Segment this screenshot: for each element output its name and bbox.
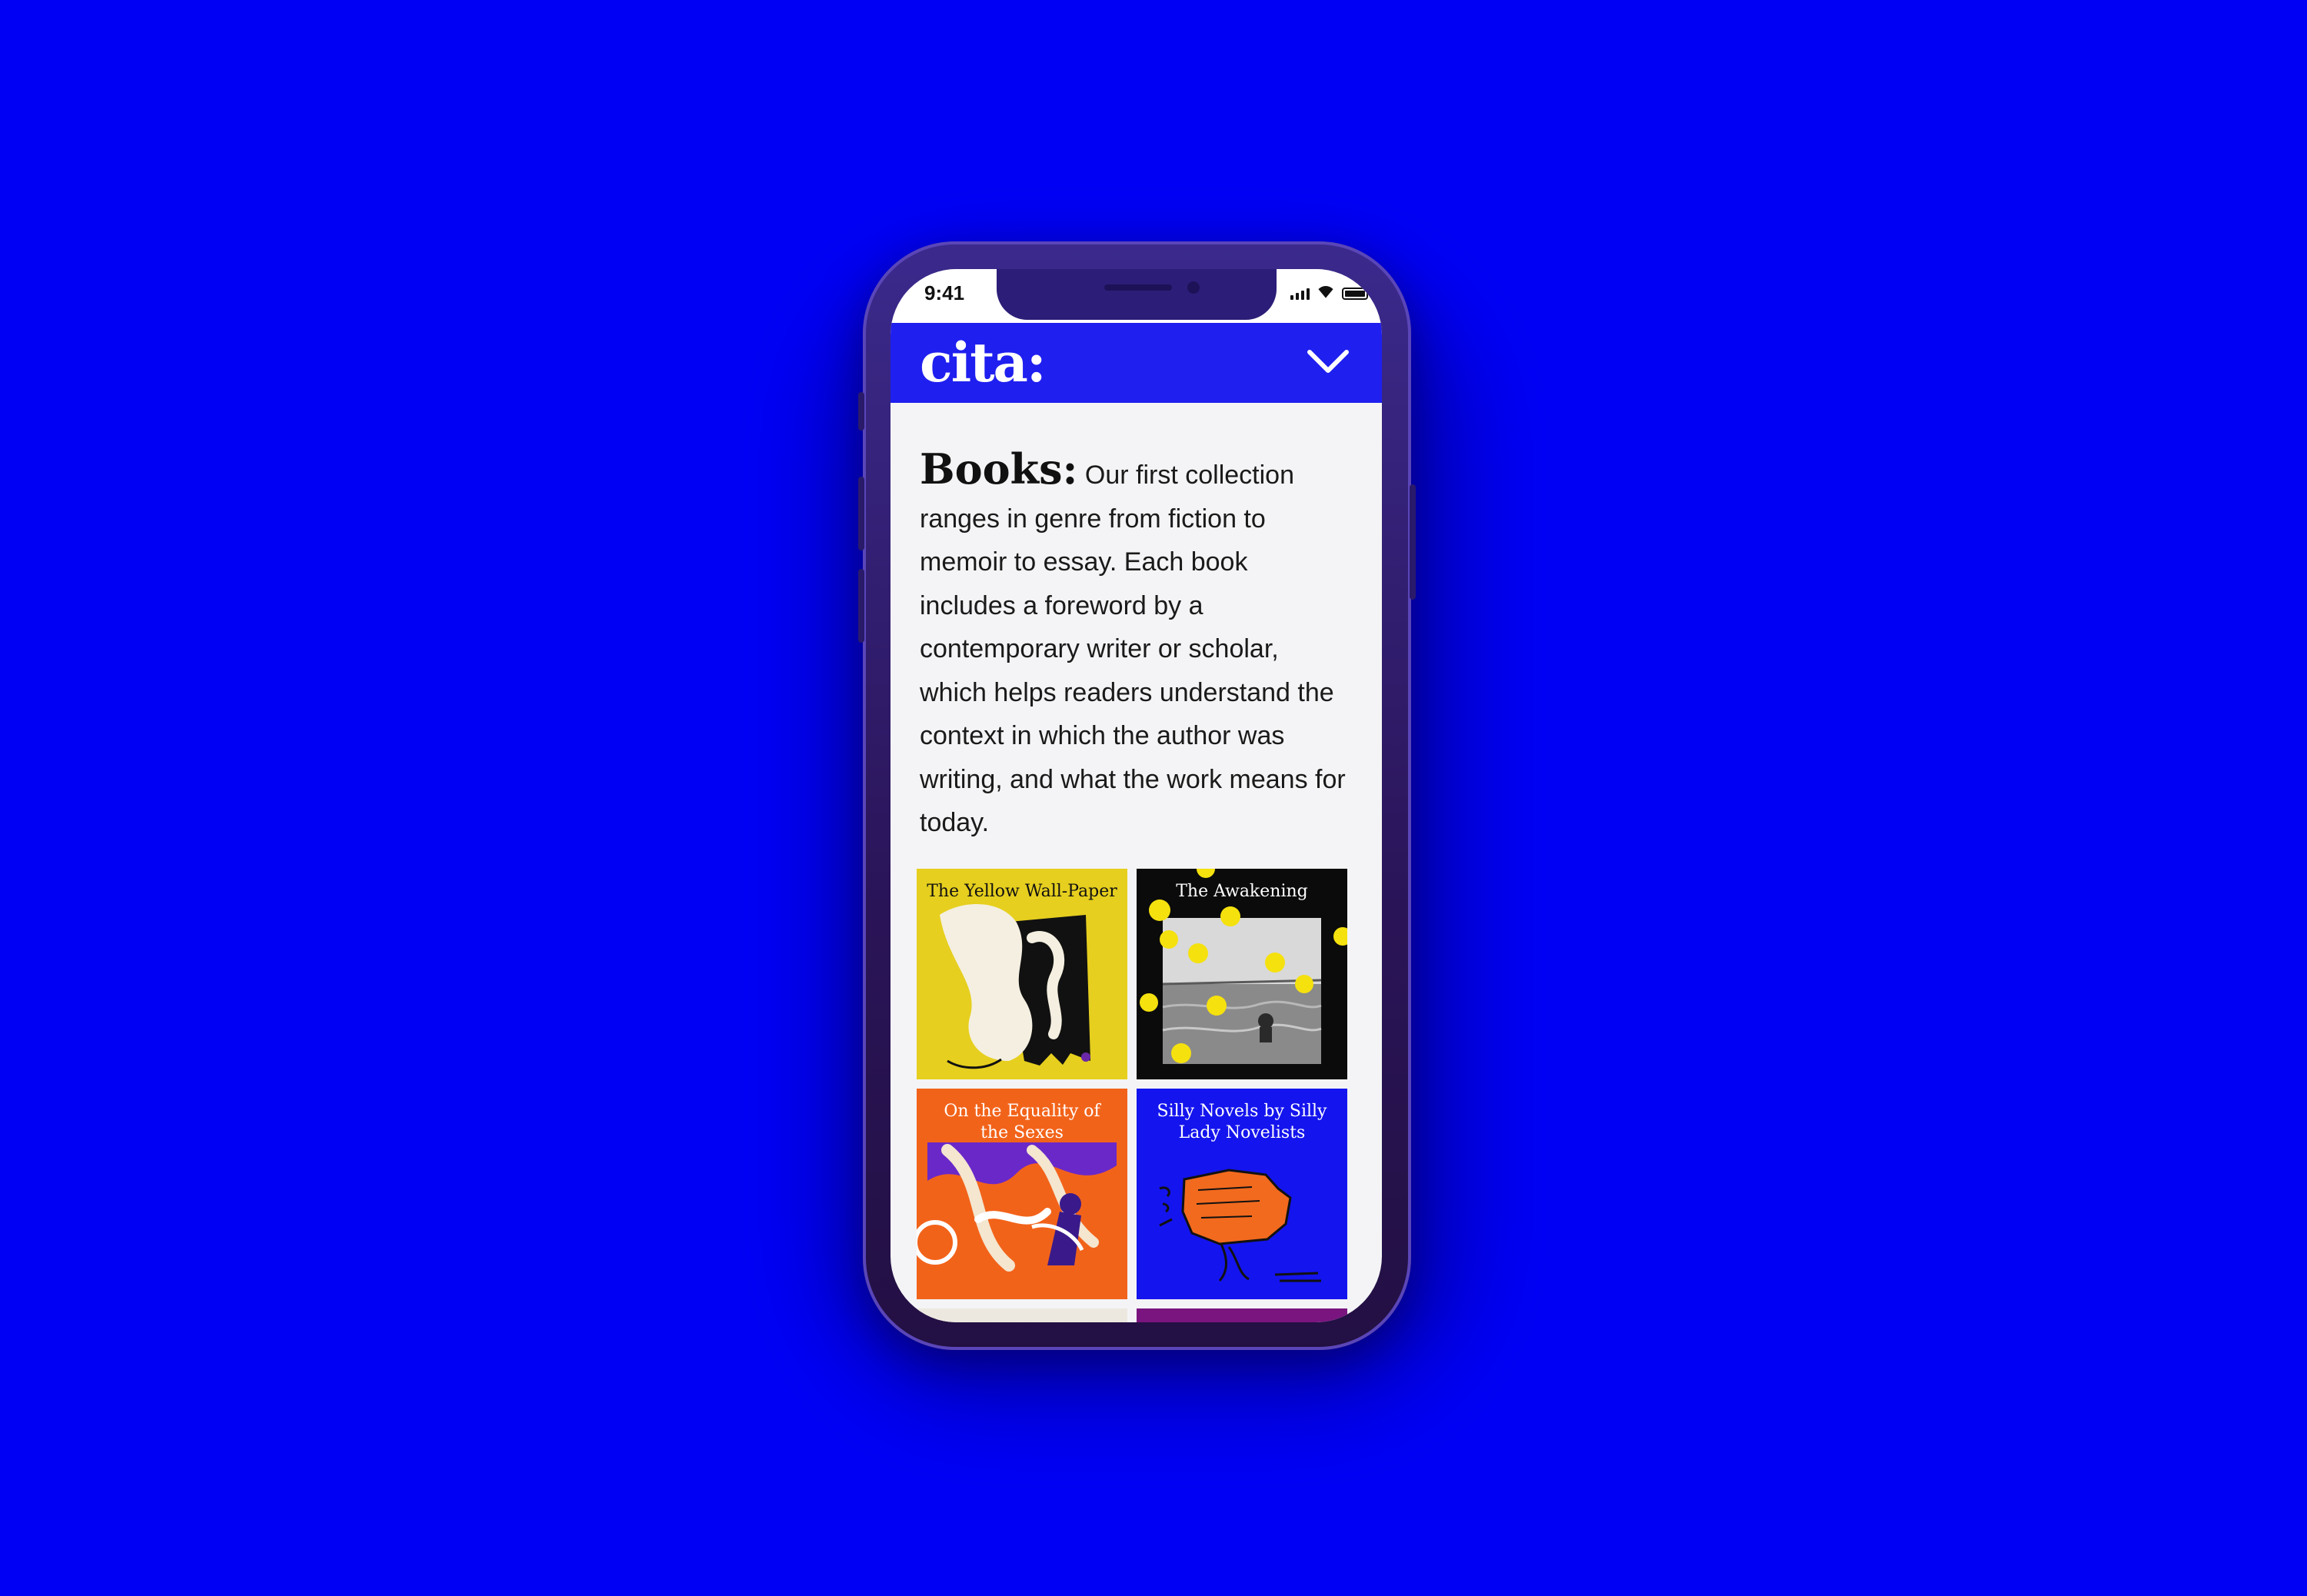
front-camera <box>1187 281 1200 294</box>
book-title: The Yellow Wall-Paper <box>927 882 1117 901</box>
intro-section: Books: Our first collection ranges in ge… <box>920 447 1350 845</box>
intro-paragraph: Books: Our first collection ranges in ge… <box>920 447 1350 845</box>
wifi-icon <box>1316 286 1336 300</box>
phone-screen: 9:41 cita: Books: Our first collection r… <box>891 269 1382 1322</box>
book-title: The Awakening <box>1176 882 1308 901</box>
speaker-grille <box>1104 284 1172 291</box>
book-tile-yellow-wall-paper[interactable]: The Yellow Wall-Paper <box>917 869 1127 1079</box>
status-time: 9:41 <box>924 281 965 304</box>
chevron-down-icon[interactable] <box>1305 341 1351 380</box>
book-title: On the Equality of the Sexes <box>944 1102 1100 1142</box>
site-header: cita: <box>891 323 1382 403</box>
power-button <box>1410 484 1416 600</box>
battery-icon <box>1342 288 1371 300</box>
book-title: Silly Novels by Silly Lady Novelists <box>1157 1102 1327 1142</box>
cellular-signal-icon <box>1290 288 1310 300</box>
volume-up-button <box>858 477 864 550</box>
intro-body: Our first collection ranges in genre fro… <box>920 461 1346 837</box>
status-icons <box>1290 286 1371 300</box>
cita-logo[interactable]: cita: <box>920 331 1047 394</box>
book-tile-partial-right[interactable] <box>1137 1308 1347 1322</box>
book-tile-the-awakening[interactable]: The Awakening <box>1137 869 1347 1079</box>
silent-switch <box>858 392 864 431</box>
book-tile-partial-left[interactable] <box>917 1308 1127 1322</box>
section-heading: Books: <box>920 444 1078 494</box>
book-tile-silly-novels[interactable]: Silly Novels by Silly Lady Novelists <box>1137 1089 1347 1299</box>
notch <box>997 269 1277 320</box>
status-bar: 9:41 <box>891 269 1382 323</box>
book-tile-equality-of-the-sexes[interactable]: On the Equality of the Sexes <box>917 1089 1127 1299</box>
volume-down-button <box>858 569 864 643</box>
